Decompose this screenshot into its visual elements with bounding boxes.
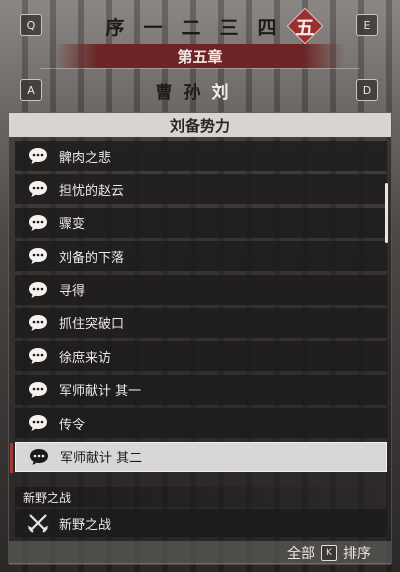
prev-faction-key[interactable]: A (20, 79, 42, 101)
event-label: 寻得 (59, 284, 86, 300)
panel-title: 刘备势力 (9, 113, 391, 137)
event-label: 刘备的下落 (59, 250, 125, 266)
chapter-tab-row: Q 序一二三四五 E (0, 8, 400, 44)
faction-tab-0[interactable]: 曹 (152, 76, 176, 104)
divider (40, 68, 360, 69)
speech-bubble-icon (29, 415, 47, 432)
event-list-item[interactable]: 髀肉之悲 (15, 141, 387, 171)
next-chapter-key[interactable]: E (356, 14, 378, 36)
crossed-swords-icon (27, 514, 49, 533)
faction-tab-2[interactable]: 刘 (208, 76, 232, 104)
chapter-tabs: 序一二三四五 (98, 8, 322, 44)
chapter-tab-0[interactable]: 序 (98, 9, 132, 43)
chapter-tab-2[interactable]: 二 (174, 9, 208, 43)
battle-label: 新野之战 (59, 517, 112, 533)
event-label: 军师献计 其二 (60, 451, 143, 467)
event-label: 髀肉之悲 (59, 150, 112, 166)
event-list-item[interactable]: 寻得 (15, 274, 387, 305)
scrollbar-thumb[interactable] (385, 183, 388, 243)
faction-tab-row: A 曹孙刘 D (0, 76, 400, 104)
event-label: 徐庶来访 (59, 350, 112, 366)
chapter-tab-4[interactable]: 四 (250, 9, 284, 43)
section-header: 新野之战 (15, 487, 387, 507)
event-list: 髀肉之悲担忧的赵云骤变刘备的下落寻得抓住突破口徐庶来访军师献计 其一 传令军师献计… (10, 141, 387, 475)
event-list-item[interactable]: 骤变 (15, 207, 387, 238)
event-label: 抓住突破口 (59, 317, 125, 333)
faction-tabs: 曹孙刘 (152, 76, 232, 104)
event-list-item[interactable]: 军师献计 其二 (10, 441, 387, 473)
speech-bubble-icon (30, 448, 48, 465)
event-label: 担忧的赵云 (59, 183, 125, 199)
chapter-title: 第五章 (55, 44, 345, 68)
next-faction-key[interactable]: D (356, 79, 378, 101)
sort-label[interactable]: 排序 (343, 543, 371, 563)
faction-tab-1[interactable]: 孙 (180, 76, 204, 104)
selection-marker (10, 442, 13, 473)
event-list-item[interactable]: 徐庶来访 (15, 341, 387, 372)
prev-chapter-key[interactable]: Q (20, 14, 42, 36)
sort-key[interactable]: K (321, 545, 337, 561)
speech-bubble-icon (29, 148, 47, 164)
event-list-panel: 刘备势力 髀肉之悲担忧的赵云骤变刘备的下落寻得抓住突破口徐庶来访军师献计 其一传… (8, 112, 392, 565)
event-label: 骤变 (59, 217, 86, 233)
speech-bubble-icon (29, 214, 47, 231)
speech-bubble-icon (29, 281, 47, 298)
chapter-tab-1[interactable]: 一 (136, 9, 170, 43)
speech-bubble-icon (29, 348, 47, 365)
chapter-tab-3[interactable]: 三 (212, 9, 246, 43)
event-list-item[interactable]: 传令 (15, 408, 387, 439)
filter-all-label[interactable]: 全部 (287, 543, 315, 563)
event-list-item[interactable]: 刘备的下落 (15, 241, 387, 272)
event-list-item[interactable]: 军师献计 其一 (15, 374, 387, 405)
chapter-tab-5[interactable]: 五 (288, 9, 322, 43)
event-list-item[interactable]: 抓住突破口 (15, 307, 387, 338)
event-list-item[interactable]: 担忧的赵云 (15, 174, 387, 205)
footer-bar: 全部 K 排序 (9, 541, 391, 565)
event-label: 军师献计 其一 (59, 384, 142, 400)
battle-item[interactable]: 新野之战 (15, 509, 387, 537)
speech-bubble-icon (29, 181, 47, 198)
speech-bubble-icon (29, 314, 47, 331)
event-label: 传令 (59, 417, 86, 433)
speech-bubble-icon (29, 248, 47, 265)
speech-bubble-icon (29, 381, 47, 398)
